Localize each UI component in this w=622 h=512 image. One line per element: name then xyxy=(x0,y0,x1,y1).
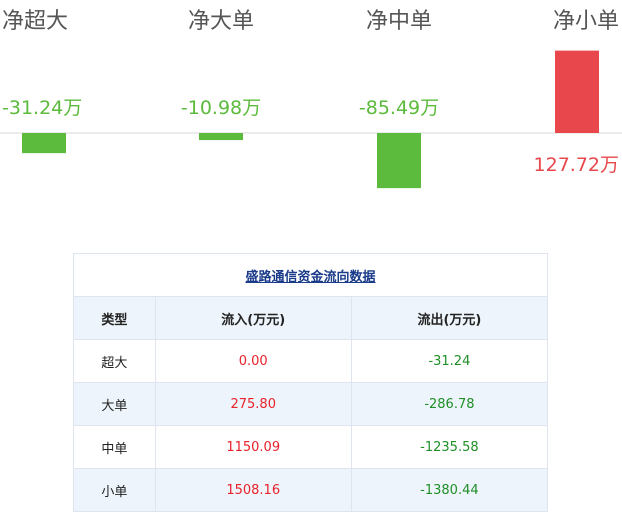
bar xyxy=(377,133,421,189)
category-label: 净中单 xyxy=(366,9,432,34)
row-type: 中单 xyxy=(73,425,156,469)
row-inflow: 1150.09 xyxy=(154,425,352,469)
value-label: 127.72万 xyxy=(534,154,619,176)
table-title-link[interactable]: 盛路通信资金流向数据 xyxy=(245,270,375,285)
table-header-row: 类型 流入(万元) 流出(万元) xyxy=(73,296,549,340)
category-label: 净大单 xyxy=(188,9,254,34)
header-type: 类型 xyxy=(73,296,156,340)
category-label: 净超大 xyxy=(2,9,68,34)
row-outflow: -286.78 xyxy=(350,382,549,426)
net-flow-bar-chart: 净超大 -31.24万 净大单 -10.98万 净中单 -85.49万 净小单 127.72万 xyxy=(0,9,622,189)
value-label: -85.49万 xyxy=(359,97,439,119)
header-outflow: 流出(万元) xyxy=(350,296,549,340)
bar xyxy=(199,133,243,141)
bar xyxy=(555,50,599,133)
row-outflow: -1380.44 xyxy=(350,468,549,512)
table-row: 小单 1508.16 -1380.44 xyxy=(73,468,549,512)
fund-flow-table: 盛路通信资金流向数据 类型 流入(万元) 流出(万元) 超大 0.00 -31.… xyxy=(73,253,549,512)
row-outflow: -1235.58 xyxy=(350,425,549,469)
table-row: 中单 1150.09 -1235.58 xyxy=(73,425,549,469)
row-type: 大单 xyxy=(73,382,156,426)
bar xyxy=(22,133,66,154)
header-inflow: 流入(万元) xyxy=(154,296,352,340)
category-label: 净小单 xyxy=(553,9,619,34)
value-label: -10.98万 xyxy=(181,97,261,119)
table-row: 大单 275.80 -286.78 xyxy=(73,382,549,426)
row-inflow: 1508.16 xyxy=(154,468,352,512)
row-inflow: 0.00 xyxy=(154,339,352,383)
row-inflow: 275.80 xyxy=(154,382,352,426)
value-label: -31.24万 xyxy=(2,97,82,119)
table-row: 超大 0.00 -31.24 xyxy=(73,339,549,383)
row-outflow: -31.24 xyxy=(350,339,549,383)
row-type: 超大 xyxy=(73,339,156,383)
table-title-row: 盛路通信资金流向数据 xyxy=(73,253,548,297)
row-type: 小单 xyxy=(73,468,156,512)
